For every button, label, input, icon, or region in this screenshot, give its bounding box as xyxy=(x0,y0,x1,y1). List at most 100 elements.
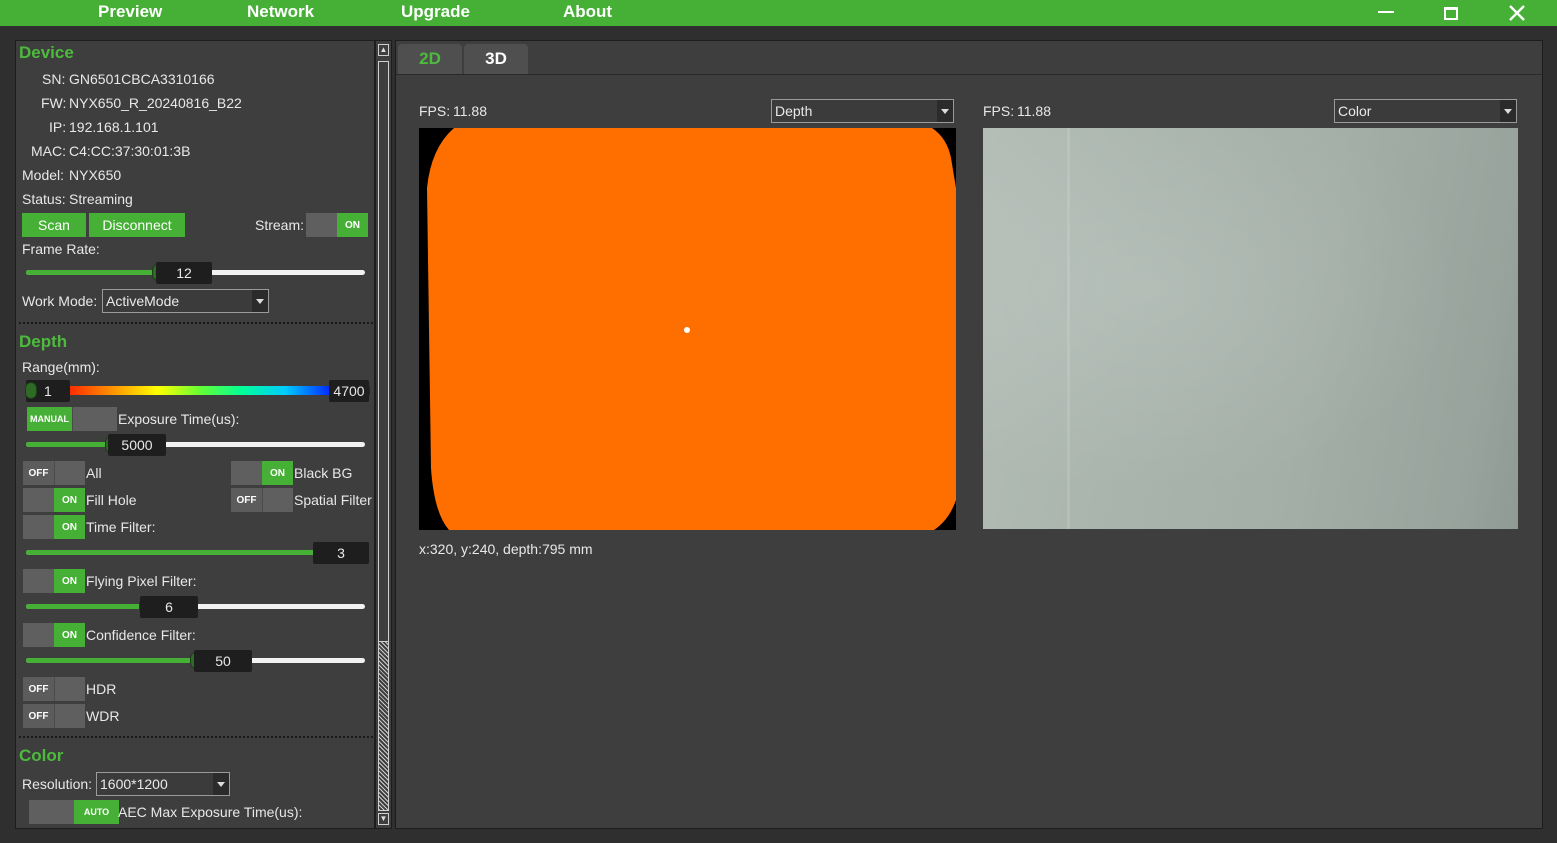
fps-value-right: 11.88 xyxy=(1017,103,1051,119)
flying-pixel-toggle[interactable]: ON xyxy=(23,569,85,593)
range-max-value: 4700 xyxy=(329,380,369,402)
sn-label: SN: xyxy=(42,71,66,87)
disconnect-button[interactable]: Disconnect xyxy=(89,213,185,237)
stream-toggle[interactable]: ON xyxy=(306,213,368,237)
stream-label: Stream: xyxy=(255,217,305,233)
time-filter-value: 3 xyxy=(313,542,369,564)
all-toggle-state: OFF xyxy=(23,461,54,485)
stream-toggle-state: ON xyxy=(337,213,368,237)
confidence-label: Confidence Filter: xyxy=(86,627,196,643)
depth-range-colorbar[interactable] xyxy=(30,386,370,395)
minimize-icon xyxy=(1378,11,1394,13)
chevron-down-icon xyxy=(213,773,229,795)
exposure-slider[interactable] xyxy=(26,436,365,453)
depth-crosshair-dot xyxy=(684,327,690,333)
tab-2d[interactable]: 2D xyxy=(398,44,462,74)
hdr-label: HDR xyxy=(86,681,117,697)
resolution-select[interactable]: 1600*1200 xyxy=(96,772,230,796)
ip-value: 192.168.1.101 xyxy=(69,119,159,135)
settings-panel: Device SN: GN6501CBCA3310166 FW: NYX650_… xyxy=(15,40,375,829)
time-filter-toggle-state: ON xyxy=(54,515,85,539)
work-mode-value: ActiveMode xyxy=(106,293,180,309)
fill-hole-toggle-state: ON xyxy=(54,488,85,512)
menu-network[interactable]: Network xyxy=(247,2,314,22)
chevron-down-icon xyxy=(252,290,268,312)
section-divider xyxy=(19,322,373,324)
flying-pixel-label: Flying Pixel Filter: xyxy=(86,573,197,589)
status-value: Streaming xyxy=(69,191,133,207)
range-label: Range(mm): xyxy=(22,359,100,375)
sn-value: GN6501CBCA3310166 xyxy=(69,71,215,87)
black-bg-toggle-state: ON xyxy=(262,461,293,485)
exposure-value: 5000 xyxy=(108,434,166,456)
confidence-toggle-state: ON xyxy=(54,623,85,647)
all-toggle[interactable]: OFF xyxy=(23,461,85,485)
hdr-toggle[interactable]: OFF xyxy=(23,677,85,701)
section-divider xyxy=(19,736,373,738)
tab-3d[interactable]: 3D xyxy=(464,44,528,74)
resolution-label: Resolution: xyxy=(22,776,93,792)
view-panel: 2D 3D FPS: 11.88 Depth x:320, y:240, dep… xyxy=(395,40,1543,829)
fill-hole-toggle[interactable]: ON xyxy=(23,488,85,512)
black-bg-toggle[interactable]: ON xyxy=(231,461,293,485)
time-filter-label: Time Filter: xyxy=(86,519,156,535)
spatial-filter-toggle[interactable]: OFF xyxy=(231,488,293,512)
minimize-button[interactable] xyxy=(1366,0,1406,26)
fps-label-right: FPS: xyxy=(983,103,1015,119)
frame-rate-value: 12 xyxy=(156,262,212,284)
fps-value-left: 11.88 xyxy=(453,103,487,119)
right-view-mode-select[interactable]: Color xyxy=(1334,99,1517,123)
close-icon xyxy=(1509,5,1525,21)
exposure-mode-state: MANUAL xyxy=(27,407,72,431)
resolution-value: 1600*1200 xyxy=(100,776,168,792)
scroll-thumb[interactable] xyxy=(378,61,389,641)
color-section-title: Color xyxy=(19,746,64,765)
spatial-filter-label: Spatial Filter xyxy=(294,492,372,508)
close-button[interactable] xyxy=(1497,0,1537,26)
depth-readout: x:320, y:240, depth:795 mm xyxy=(419,541,593,557)
fill-hole-label: Fill Hole xyxy=(86,492,137,508)
ip-label: IP: xyxy=(49,119,67,135)
flying-pixel-toggle-state: ON xyxy=(54,569,85,593)
left-view-mode-value: Depth xyxy=(775,103,813,119)
aec-toggle[interactable]: AUTO xyxy=(29,800,119,824)
scan-button[interactable]: Scan xyxy=(22,213,86,237)
work-mode-select[interactable]: ActiveMode xyxy=(102,289,269,313)
right-view-mode-value: Color xyxy=(1338,103,1372,119)
scroll-track[interactable] xyxy=(378,641,389,811)
exposure-mode-toggle[interactable]: MANUAL xyxy=(27,407,117,431)
mac-value: C4:CC:37:30:01:3B xyxy=(69,143,191,159)
menu-preview[interactable]: Preview xyxy=(98,2,162,22)
all-label: All xyxy=(86,465,102,481)
maximize-button[interactable] xyxy=(1431,0,1471,26)
confidence-value: 50 xyxy=(194,650,252,672)
aec-toggle-state: AUTO xyxy=(74,800,119,824)
wdr-label: WDR xyxy=(86,708,120,724)
depth-section-title: Depth xyxy=(19,332,68,351)
depth-image[interactable] xyxy=(419,128,956,530)
model-label: Model: xyxy=(22,167,65,183)
menu-about[interactable]: About xyxy=(563,2,612,22)
confidence-toggle[interactable]: ON xyxy=(23,623,85,647)
black-bg-label: Black BG xyxy=(294,465,353,481)
wdr-toggle-state: OFF xyxy=(23,704,54,728)
fw-value: NYX650_R_20240816_B22 xyxy=(69,95,242,111)
frame-rate-label: Frame Rate: xyxy=(22,241,100,257)
fw-label: FW: xyxy=(41,95,67,111)
scroll-down-icon[interactable]: ▼ xyxy=(378,813,389,825)
scroll-up-icon[interactable]: ▲ xyxy=(378,44,389,56)
time-filter-toggle[interactable]: ON xyxy=(23,515,85,539)
range-min-handle[interactable] xyxy=(25,382,37,399)
left-view-mode-select[interactable]: Depth xyxy=(771,99,954,123)
wdr-toggle[interactable]: OFF xyxy=(23,704,85,728)
chevron-down-icon xyxy=(1500,100,1516,122)
status-label: Status: xyxy=(22,191,66,207)
settings-scrollbar[interactable]: ▲ ▼ xyxy=(375,40,392,829)
chevron-down-icon xyxy=(937,100,953,122)
color-image[interactable] xyxy=(983,128,1518,529)
aec-label: AEC Max Exposure Time(us): xyxy=(118,804,303,820)
mac-label: MAC: xyxy=(31,143,66,159)
title-bar: Preview Network Upgrade About xyxy=(0,0,1557,26)
menu-upgrade[interactable]: Upgrade xyxy=(401,2,470,22)
fps-label-left: FPS: xyxy=(419,103,451,119)
